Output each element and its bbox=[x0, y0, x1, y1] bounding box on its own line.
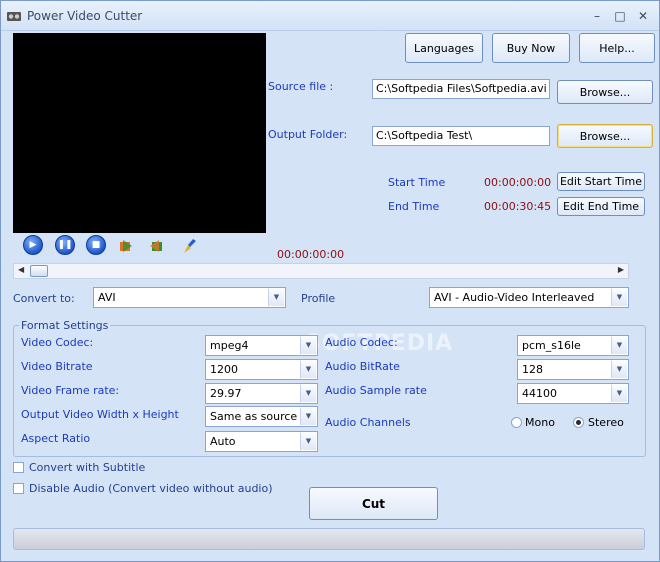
convert-to-label: Convert to: bbox=[13, 292, 75, 305]
stop-icon: ■ bbox=[91, 240, 101, 250]
film-reel-icon bbox=[7, 12, 21, 21]
set-start-icon bbox=[120, 240, 132, 252]
output-folder-field[interactable]: C:\Softpedia Test\ bbox=[372, 126, 550, 146]
progress-bar bbox=[13, 528, 645, 550]
chevron-down-icon[interactable]: ▼ bbox=[611, 289, 627, 306]
start-time-label: Start Time bbox=[388, 176, 446, 189]
video-bitrate-label: Video Bitrate bbox=[21, 360, 93, 373]
current-position-time: 00:00:00:00 bbox=[277, 248, 345, 261]
stereo-label: Stereo bbox=[588, 416, 624, 429]
end-time-label: End Time bbox=[388, 200, 440, 213]
subtitle-checkbox[interactable] bbox=[13, 462, 24, 473]
audio-channels-label: Audio Channels bbox=[325, 416, 411, 429]
source-file-field[interactable]: C:\Softpedia Files\Softpedia.avi bbox=[372, 79, 550, 99]
output-size-value: Same as source bbox=[210, 410, 298, 423]
video-codec-label: Video Codec: bbox=[21, 336, 94, 349]
chevron-down-icon[interactable]: ▼ bbox=[300, 385, 316, 402]
help-button[interactable]: Help... bbox=[579, 33, 655, 63]
disable-audio-checkbox[interactable] bbox=[13, 483, 24, 494]
close-button[interactable]: ✕ bbox=[635, 9, 651, 23]
clean-button[interactable] bbox=[182, 238, 196, 253]
format-settings-legend: Format Settings bbox=[19, 319, 111, 332]
video-codec-value: mpeg4 bbox=[210, 339, 249, 352]
set-start-button[interactable] bbox=[119, 239, 133, 253]
chevron-down-icon[interactable]: ▼ bbox=[268, 289, 284, 306]
source-file-label: Source file : bbox=[268, 80, 334, 93]
buy-now-button[interactable]: Buy Now bbox=[492, 33, 570, 63]
stop-button[interactable]: ■ bbox=[86, 235, 106, 255]
chevron-down-icon[interactable]: ▼ bbox=[300, 408, 316, 425]
maximize-button[interactable]: □ bbox=[612, 9, 628, 23]
chevron-down-icon[interactable]: ▼ bbox=[611, 385, 627, 402]
audio-codec-select[interactable]: pcm_s16le ▼ bbox=[517, 335, 629, 356]
chevron-down-icon[interactable]: ▼ bbox=[300, 433, 316, 450]
end-time-value: 00:00:30:45 bbox=[484, 200, 552, 213]
languages-button[interactable]: Languages bbox=[405, 33, 483, 63]
play-button[interactable]: ▶ bbox=[23, 235, 43, 255]
aspect-ratio-value: Auto bbox=[210, 435, 236, 448]
mono-label: Mono bbox=[525, 416, 555, 429]
subtitle-label: Convert with Subtitle bbox=[29, 461, 146, 474]
audio-bitrate-select[interactable]: 128 ▼ bbox=[517, 359, 629, 380]
profile-value: AVI - Audio-Video Interleaved bbox=[434, 291, 595, 304]
video-bitrate-value: 1200 bbox=[210, 363, 238, 376]
play-icon: ▶ bbox=[29, 240, 37, 250]
minimize-button[interactable]: – bbox=[589, 9, 605, 23]
seek-right-arrow-icon[interactable]: ▶ bbox=[618, 265, 624, 274]
sample-rate-label: Audio Sample rate bbox=[325, 384, 427, 397]
output-size-label: Output Video Width x Height bbox=[21, 408, 179, 421]
chevron-down-icon[interactable]: ▼ bbox=[611, 361, 627, 378]
set-end-button[interactable] bbox=[149, 239, 163, 253]
stereo-radio[interactable] bbox=[573, 417, 584, 428]
chevron-down-icon[interactable]: ▼ bbox=[300, 361, 316, 378]
audio-codec-value: pcm_s16le bbox=[522, 339, 581, 352]
mono-radio[interactable] bbox=[511, 417, 522, 428]
chevron-down-icon[interactable]: ▼ bbox=[611, 337, 627, 354]
start-time-value: 00:00:00:00 bbox=[484, 176, 552, 189]
frame-rate-label: Video Frame rate: bbox=[21, 384, 120, 397]
sample-rate-select[interactable]: 44100 ▼ bbox=[517, 383, 629, 404]
output-size-select[interactable]: Same as source ▼ bbox=[205, 406, 318, 427]
video-preview bbox=[13, 33, 266, 233]
profile-label: Profile bbox=[301, 292, 336, 305]
output-browse-button[interactable]: Browse... bbox=[557, 124, 653, 148]
source-browse-button[interactable]: Browse... bbox=[557, 80, 653, 104]
convert-to-select[interactable]: AVI ▼ bbox=[93, 287, 286, 308]
pause-button[interactable]: ❚❚ bbox=[55, 235, 75, 255]
video-codec-select[interactable]: mpeg4 ▼ bbox=[205, 335, 318, 356]
audio-bitrate-value: 128 bbox=[522, 363, 543, 376]
cut-button[interactable]: Cut bbox=[309, 487, 438, 520]
aspect-ratio-label: Aspect Ratio bbox=[21, 432, 91, 445]
seek-slider-thumb[interactable] bbox=[30, 265, 48, 277]
edit-start-time-button[interactable]: Edit Start Time bbox=[557, 172, 645, 191]
title-bar[interactable]: Power Video Cutter – □ ✕ bbox=[1, 1, 659, 31]
chevron-down-icon[interactable]: ▼ bbox=[300, 337, 316, 354]
profile-select[interactable]: AVI - Audio-Video Interleaved ▼ bbox=[429, 287, 629, 308]
seek-slider[interactable]: ◀ ▶ bbox=[13, 263, 629, 279]
edit-end-time-button[interactable]: Edit End Time bbox=[557, 197, 645, 216]
aspect-ratio-select[interactable]: Auto ▼ bbox=[205, 431, 318, 452]
audio-bitrate-label: Audio BitRate bbox=[325, 360, 400, 373]
main-window: Power Video Cutter – □ ✕ Languages Buy N… bbox=[0, 0, 660, 562]
video-bitrate-select[interactable]: 1200 ▼ bbox=[205, 359, 318, 380]
output-folder-label: Output Folder: bbox=[268, 128, 348, 141]
frame-rate-value: 29.97 bbox=[210, 387, 242, 400]
convert-to-value: AVI bbox=[98, 291, 116, 304]
clean-icon bbox=[184, 239, 196, 253]
window-title: Power Video Cutter bbox=[27, 9, 143, 23]
sample-rate-value: 44100 bbox=[522, 387, 557, 400]
set-end-icon bbox=[150, 240, 162, 252]
frame-rate-select[interactable]: 29.97 ▼ bbox=[205, 383, 318, 404]
seek-left-arrow-icon[interactable]: ◀ bbox=[18, 265, 24, 274]
disable-audio-label: Disable Audio (Convert video without aud… bbox=[29, 482, 273, 495]
pause-icon: ❚❚ bbox=[57, 240, 73, 250]
audio-codec-label: Audio Codec: bbox=[325, 336, 398, 349]
